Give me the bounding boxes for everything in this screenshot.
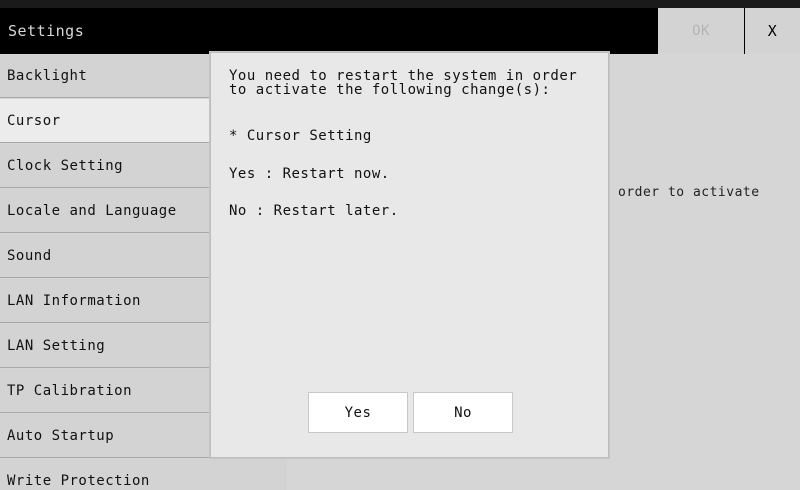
title-bar: Settings OK X bbox=[0, 8, 800, 54]
dialog-no-info: No : Restart later. bbox=[229, 203, 399, 219]
ok-button[interactable]: OK bbox=[658, 8, 744, 54]
content-description-text: order to activate bbox=[618, 185, 760, 200]
close-button[interactable]: X bbox=[745, 8, 800, 54]
sidebar-item-write-protection[interactable]: Write Protection bbox=[0, 459, 287, 490]
dialog-message: You need to restart the system in order … bbox=[229, 68, 578, 98]
restart-dialog: You need to restart the system in order … bbox=[209, 51, 610, 459]
dialog-change-item: * Cursor Setting bbox=[229, 128, 372, 144]
window-title: Settings bbox=[8, 22, 85, 40]
no-button[interactable]: No bbox=[413, 392, 513, 433]
yes-button[interactable]: Yes bbox=[308, 392, 408, 433]
dialog-yes-info: Yes : Restart now. bbox=[229, 166, 390, 182]
settings-screen: Settings OK X Backlight Cursor Clock Set… bbox=[0, 8, 800, 490]
